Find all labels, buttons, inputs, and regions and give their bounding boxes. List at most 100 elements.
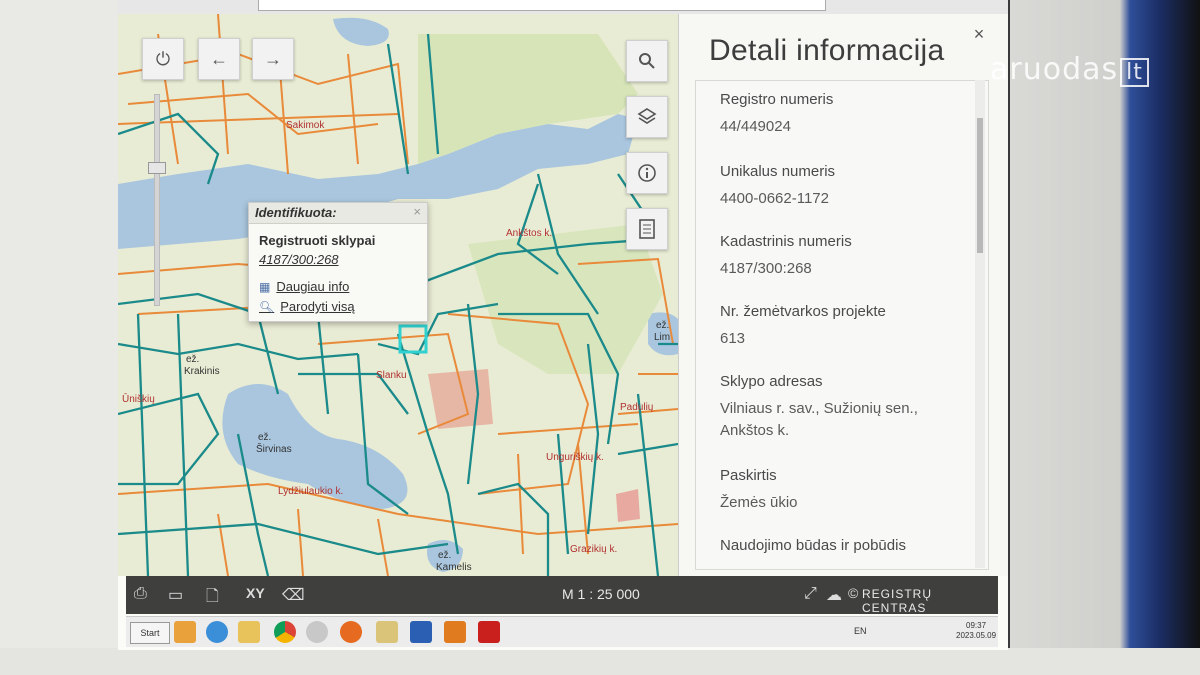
map-label-kamelis-ez: ež. — [438, 550, 452, 561]
arrow-left-icon: ← — [210, 48, 228, 69]
map-label-slanku: Slanku — [376, 370, 407, 381]
map-label-unisku: Ūniškių — [122, 394, 155, 405]
back-button[interactable]: ← — [198, 38, 240, 80]
cadastral-map[interactable]: Sakimok Ankštos k. ež. Krakinis Ūniškių … — [118, 14, 678, 576]
xy-button[interactable]: XY — [246, 585, 265, 601]
map-label-krakinis: Krakinis — [184, 366, 220, 377]
map-label-sirvinas-ez: ež. — [258, 432, 272, 443]
layers-button[interactable] — [626, 96, 668, 138]
copyright-icon: © — [848, 585, 859, 601]
field-label: Kadastrinis numeris — [720, 233, 852, 250]
map-label-sirvinas: Širvinas — [256, 444, 292, 455]
map-label-paduli: Padulių — [620, 402, 654, 413]
arrow-right-icon: → — [264, 48, 282, 69]
photo-background-right — [1010, 0, 1200, 675]
more-info-link[interactable]: ▦ Daugiau info — [259, 279, 349, 294]
address-bar[interactable] — [258, 0, 826, 11]
close-icon: × — [973, 23, 985, 44]
forward-button[interactable]: → — [252, 38, 294, 80]
clock-time: 09:37 — [966, 621, 987, 630]
cloud-icon[interactable]: ☁ — [826, 585, 842, 605]
outlook-icon[interactable] — [444, 621, 466, 643]
printer-icon[interactable]: ⎙ — [134, 585, 147, 603]
info-icon — [638, 164, 656, 182]
panel-title: Detali informacija — [709, 34, 945, 67]
popup-title: Registruoti sklypai — [259, 233, 376, 248]
aruodas-watermark: aruodas lt — [990, 52, 1149, 87]
restricted-area-small — [616, 489, 640, 522]
magnifier-icon: 🔍︎ — [259, 299, 275, 314]
search-button[interactable] — [626, 40, 668, 82]
watermark-brand: aruodas — [990, 52, 1119, 87]
field-label: Unikalus numeris — [720, 163, 836, 180]
firefox-icon[interactable] — [340, 621, 362, 643]
field-label: Nr. žemėtvarkos projekte — [720, 303, 886, 320]
zoom-slider[interactable] — [154, 94, 160, 306]
media-player-icon[interactable] — [174, 621, 196, 643]
show-all-link[interactable]: 🔍︎ Parodyti visą — [259, 299, 355, 314]
watermark-tld: lt — [1120, 58, 1149, 87]
field-cadastral-number: Kadastrinis numeris 4187/300:268 — [720, 233, 852, 280]
field-value: 44/449024 — [720, 118, 791, 135]
address-line-1: Vilniaus r. sav., Sužionių sen., — [720, 400, 918, 417]
ruler-icon[interactable]: ▭ — [168, 585, 183, 605]
map-label-lydziulaukio: Lydžiulaukio k. — [278, 486, 344, 497]
brand-label: REGISTRŲ CENTRAS — [862, 587, 933, 615]
start-button[interactable]: Start — [130, 622, 170, 644]
panel-scrollbar-thumb[interactable] — [977, 118, 983, 253]
map-label-lim-ez: ež. — [656, 320, 670, 331]
folder-icon[interactable] — [238, 621, 260, 643]
zoom-slider-handle[interactable] — [148, 162, 166, 174]
show-all-label: Parodyti visą — [280, 299, 355, 314]
explorer-icon[interactable] — [376, 621, 398, 643]
disc-icon[interactable] — [306, 621, 328, 643]
identify-popup: Identifikuota: × Registruoti sklypai 418… — [248, 202, 428, 322]
internet-explorer-icon[interactable] — [206, 621, 228, 643]
field-value: Žemės ūkio — [720, 494, 798, 511]
browser-chrome — [118, 0, 1008, 15]
document-button[interactable] — [626, 208, 668, 250]
word-icon[interactable] — [410, 621, 432, 643]
photo-background-bottom — [0, 648, 1200, 675]
field-registry-number: Registro numeris 44/449024 — [720, 91, 833, 138]
map-label-sakimok: Sakimok — [286, 120, 325, 131]
layers-icon — [637, 108, 657, 124]
address-line-2: Ankštos k. — [720, 422, 790, 439]
map-label-kamelis: Kamelis — [436, 562, 472, 573]
monitor-screen: Sakimok Ankštos k. ež. Krakinis Ūniškių … — [118, 0, 1008, 650]
popup-close-button[interactable]: × — [413, 204, 421, 219]
field-unique-number: Unikalus numeris 4400-0662-1172 — [720, 163, 835, 210]
power-button[interactable]: ⏻ — [142, 38, 184, 80]
map-scale: M 1 : 25 000 — [562, 586, 640, 602]
table-icon: ▦ — [259, 279, 271, 294]
field-label: Sklypo adresas — [720, 373, 823, 390]
fullscreen-icon[interactable]: ⤢ — [804, 585, 817, 603]
clock: 09:37 2023.05.09 — [956, 621, 996, 641]
more-info-label: Daugiau info — [276, 279, 350, 294]
map-label-unguriskiu: Unguriškių k. — [546, 452, 604, 463]
field-value-multiline: Vilniaus r. sav., Sužionių sen., Ankštos… — [720, 398, 918, 442]
field-value: 613 — [720, 330, 746, 347]
map-label-lim: Lim — [654, 332, 671, 343]
detail-list[interactable]: Registro numeris 44/449024 Unikalus nume… — [695, 80, 989, 570]
popup-parcel-link[interactable]: 4187/300:268 — [259, 252, 339, 267]
field-purpose: Paskirtis Žemės ūkio — [720, 467, 798, 514]
lake-small-north — [333, 17, 389, 46]
chrome-icon[interactable] — [274, 621, 296, 643]
eraser-icon[interactable]: ⌫ — [282, 585, 305, 605]
add-document-icon[interactable]: 🗋︎ — [206, 585, 219, 612]
restricted-area — [428, 369, 493, 429]
field-address: Sklypo adresas Vilniaus r. sav., Sužioni… — [720, 373, 918, 442]
field-label: Registro numeris — [720, 91, 834, 108]
field-label: Naudojimo būdas ir pobūdis — [720, 537, 906, 554]
panel-close-button[interactable]: × — [965, 20, 993, 48]
field-project-number: Nr. žemėtvarkos projekte 613 — [720, 303, 886, 350]
photo-background-left — [0, 0, 120, 675]
info-button[interactable] — [626, 152, 668, 194]
acrobat-icon[interactable] — [478, 621, 500, 643]
document-icon — [639, 219, 655, 239]
search-icon — [639, 53, 655, 69]
popup-header: Identifikuota: — [249, 203, 427, 224]
language-indicator[interactable]: EN — [854, 626, 867, 636]
map-label-graziskiu: Grazikių k. — [570, 544, 618, 555]
